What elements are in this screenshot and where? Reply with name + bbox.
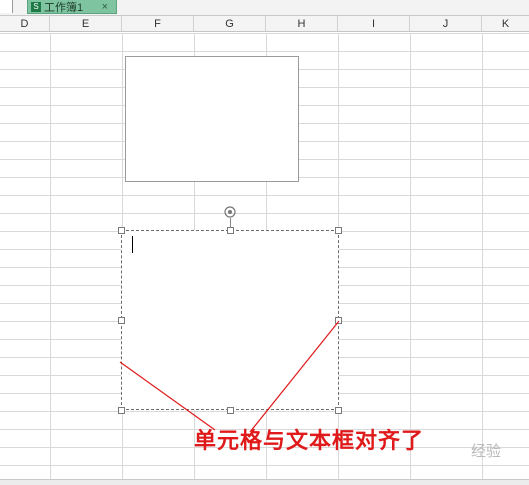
watermark: 经验 — [470, 442, 501, 460]
sheet-bottom-bar — [0, 479, 529, 485]
annotation-pointer-lines — [119, 320, 340, 433]
pointer-line-right — [249, 320, 340, 433]
annotation-text: 单元格与文本框对齐了 — [194, 428, 425, 454]
pointer-line-left — [119, 361, 216, 431]
